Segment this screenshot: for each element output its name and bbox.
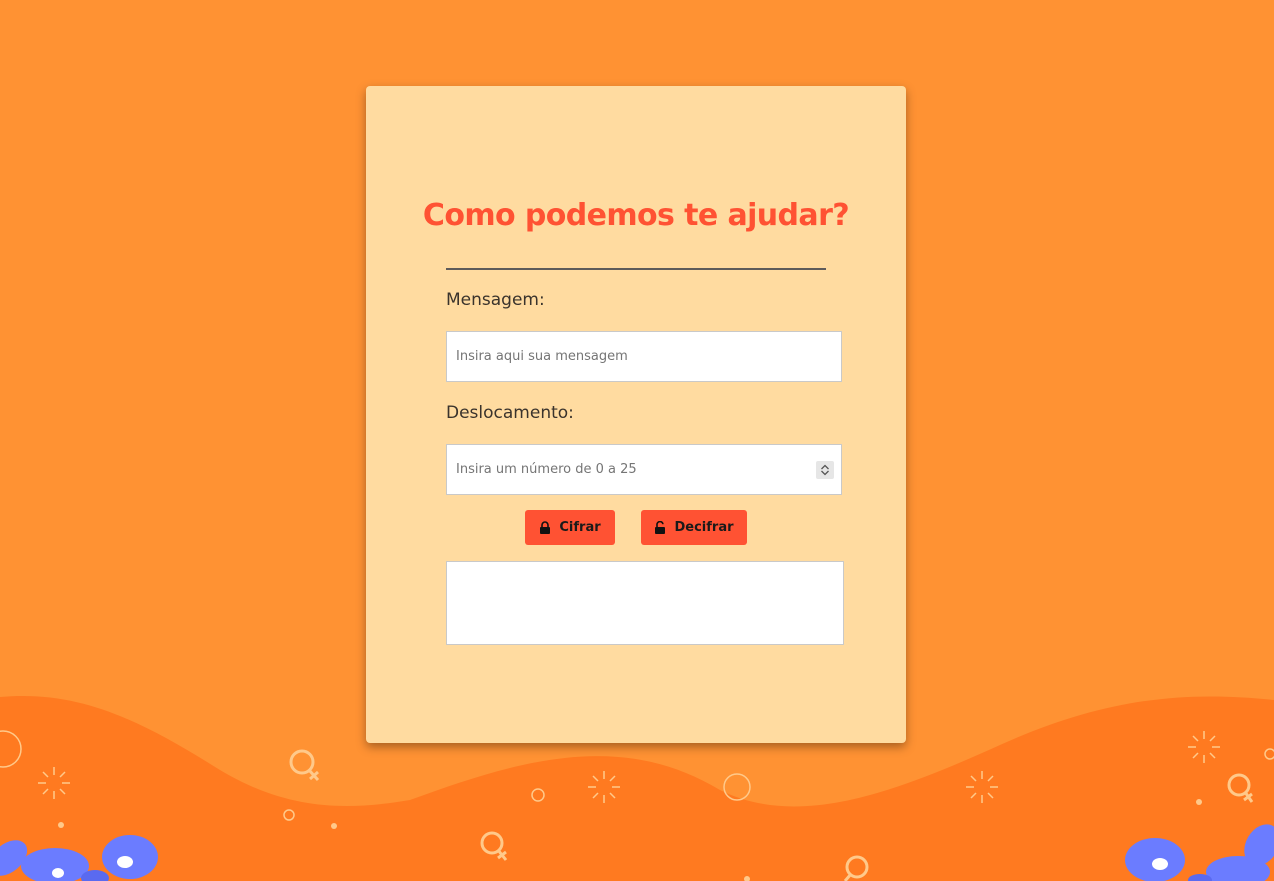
message-label: Mensagem: xyxy=(446,290,545,310)
dot-decoration xyxy=(58,822,64,828)
encrypt-button-label: Cifrar xyxy=(559,520,601,535)
shift-input[interactable] xyxy=(446,444,842,495)
page-title: Como podemos te ajudar? xyxy=(422,198,850,233)
cipher-card: Como podemos te ajudar? Mensagem: Desloc… xyxy=(366,86,906,743)
dot-decoration xyxy=(331,823,337,829)
shift-label: Deslocamento: xyxy=(446,403,574,423)
unlock-icon xyxy=(655,521,666,534)
dot-decoration xyxy=(1196,799,1202,805)
title-divider xyxy=(446,268,826,270)
decrypt-button-label: Decifrar xyxy=(674,520,734,535)
female-symbol-icon xyxy=(289,749,320,782)
result-output[interactable] xyxy=(446,561,844,645)
decrypt-button[interactable]: Decifrar xyxy=(641,510,747,545)
encrypt-button[interactable]: Cifrar xyxy=(525,510,615,545)
ring-decoration xyxy=(723,773,751,801)
message-input[interactable] xyxy=(446,331,842,382)
lock-icon xyxy=(540,521,551,534)
number-spinner[interactable] xyxy=(816,461,834,479)
spinner-arrows-icon xyxy=(821,464,829,476)
